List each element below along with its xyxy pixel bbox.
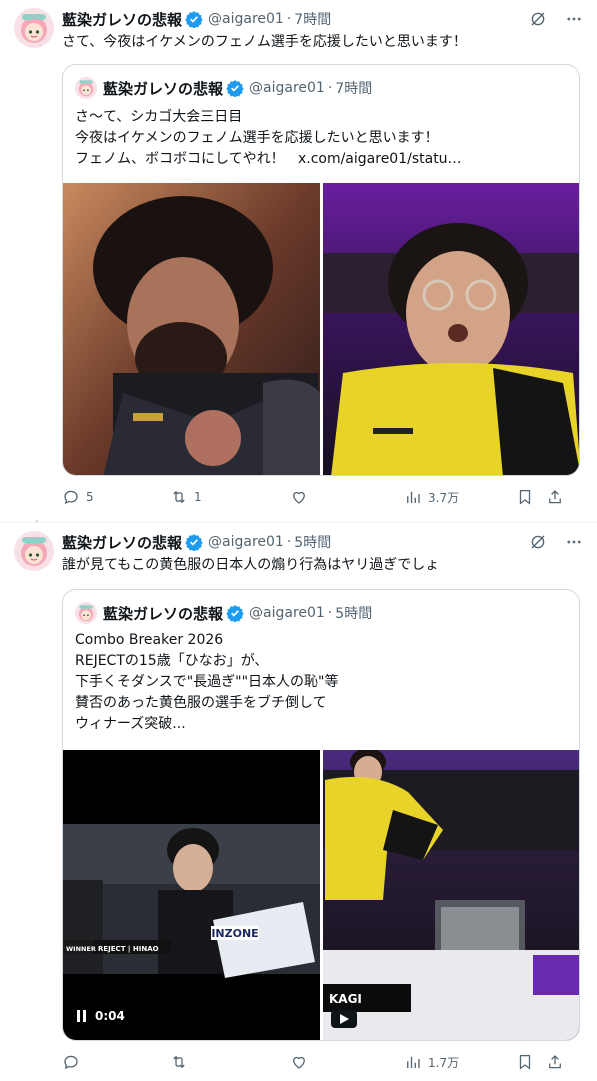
tweet-text: さて、今夜はイケメンのフェノム選手を応援したいと思います！ [62,34,467,50]
tweet-time[interactable]: 7時間 [294,9,331,29]
tweet-actions: 1.7万 [62,1051,582,1073]
quoted-media-grid[interactable]: INZONE WINNER REJECT | HINAO KAGI 0:04 [63,750,580,1041]
grok-icon[interactable] [529,533,547,551]
bookmark-button[interactable] [516,1053,546,1071]
quoted-media-grid[interactable] [63,183,580,476]
repost-button[interactable]: 1 [170,488,290,506]
reply-icon [64,490,78,505]
grok-icon[interactable] [529,10,547,28]
quoted-tweet[interactable]: 藍染ガレソの悲報 @aigare01 · 5時間 Combo Breaker 2… [62,589,580,1041]
reply-button[interactable] [62,1053,170,1071]
more-options-icon[interactable] [565,533,583,551]
tweet-actions: 5 1 3.7万 [62,486,582,508]
video-play-button[interactable] [331,1010,357,1028]
views-button[interactable]: 3.7万 [404,488,516,506]
views-button[interactable]: 1.7万 [404,1053,516,1071]
media-video-1[interactable]: INZONE WINNER REJECT | HINAO [63,750,320,1041]
repost-icon [173,1055,185,1069]
quoted-text: Combo Breaker 2026 REJECTの15歳「ひなお」が、 下手く… [75,632,339,732]
bookmark-button[interactable] [516,488,546,506]
media-photo-1[interactable] [63,183,320,476]
quoted-author-name: 藍染ガレソの悲報 [103,79,224,98]
reply-button[interactable]: 5 [62,488,170,506]
share-icon [549,1055,561,1069]
play-icon [339,1014,349,1024]
tweet-2[interactable]: 藍染ガレソの悲報 @aigare01 · 5時間 誰が見てもこの黄色服の日本人の… [0,523,597,1081]
reply-icon [64,1055,78,1070]
verified-badge-icon [185,534,203,551]
pause-icon[interactable] [77,1010,87,1022]
quoted-tweet-time: 5時間 [335,606,373,622]
author-name[interactable]: 藍染ガレソの悲報 [62,9,182,30]
quoted-author-name: 藍染ガレソの悲報 [103,604,224,623]
author-avatar[interactable] [14,531,54,571]
author-handle[interactable]: @aigare01 [208,534,284,550]
quoted-author-handle: @aigare01 [249,605,325,621]
share-button[interactable] [546,1053,566,1071]
repost-button[interactable] [170,1053,290,1071]
tweet-1[interactable]: 藍染ガレソの悲報 @aigare01 · 7時間 さて、今夜はイケメンのフェノム… [0,0,597,520]
quoted-link[interactable]: x.com/aigare01/statu… [298,151,462,167]
tweet-time[interactable]: 5時間 [294,532,331,552]
views-chart-icon [407,491,420,503]
share-icon [549,490,561,504]
author-handle[interactable]: @aigare01 [208,11,284,27]
media-video-2[interactable]: KAGI [323,750,580,1041]
author-name[interactable]: 藍染ガレソの悲報 [62,532,182,553]
like-button[interactable] [290,488,404,506]
video-elapsed-time: 0:04 [95,1009,125,1023]
quoted-author-handle: @aigare01 [249,80,325,96]
verified-badge-icon [226,80,244,97]
quoted-tweet[interactable]: 藍染ガレソの悲報 @aigare01 · 7時間 さ～て、シカゴ大会三日目 今夜… [62,64,580,476]
bookmark-icon [519,1054,531,1070]
winner-overlay: WINNER [66,945,96,953]
repost-icon [173,490,185,504]
bookmark-icon [519,489,531,505]
like-button[interactable] [290,1053,404,1071]
views-chart-icon [407,1056,420,1068]
share-button[interactable] [546,488,566,506]
tweet-text: 誰が見てもこの黄色服の日本人の煽り行為はヤリ過ぎでしょ [62,557,440,573]
heart-icon [293,1056,305,1069]
nameplate-overlay: KAGI [329,992,362,1006]
team-overlay: REJECT | HINAO [98,945,159,954]
quoted-author-avatar [75,602,97,624]
verified-badge-icon [226,605,244,622]
quoted-text: さ～て、シカゴ大会三日目 今夜はイケメンのフェノム選手を応援したいと思います！ … [75,109,462,167]
quoted-tweet-time: 7時間 [335,81,373,97]
heart-icon [293,491,305,504]
inzone-banner: INZONE [211,927,258,940]
video-play-control[interactable]: 0:04 [77,1009,125,1023]
author-avatar[interactable] [14,8,54,48]
quoted-author-avatar [75,77,97,99]
media-photo-2[interactable] [323,183,580,476]
verified-badge-icon [185,11,203,28]
more-options-icon[interactable] [565,10,583,28]
